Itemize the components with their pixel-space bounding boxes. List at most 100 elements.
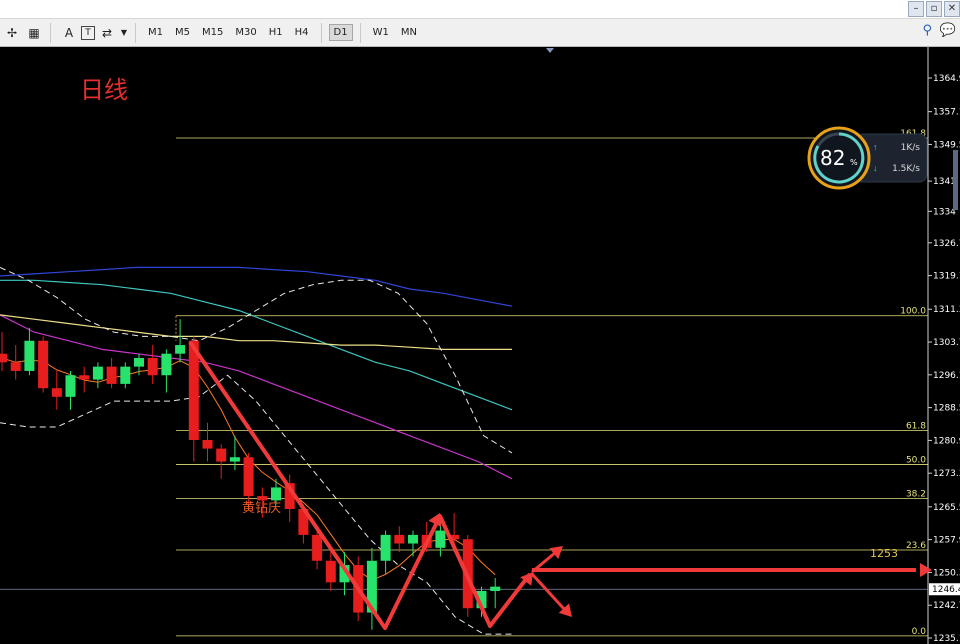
bearish-candle <box>394 534 405 544</box>
text-tool-icon[interactable]: A <box>59 23 79 43</box>
dropdown-arrow-icon[interactable]: ▼ <box>119 23 129 43</box>
price-axis-label: 1334 <box>933 207 956 217</box>
price-axis-label: 1357.1 <box>933 108 960 118</box>
widget-percent-unit: % <box>850 158 858 167</box>
crosshair-tool-icon[interactable]: ✢ <box>2 23 22 43</box>
vertical-scrollbar <box>953 150 958 210</box>
window-controls: – ▫ ✕ <box>908 0 960 18</box>
moving-average-blue <box>0 266 513 307</box>
price-chart[interactable]: 1364.9 1357.1 1349.5 1341 1334 1326.7 1319.1 13… <box>0 47 960 644</box>
toolbar-separator <box>320 22 322 43</box>
search-icon[interactable]: ⚲ <box>922 23 932 38</box>
toolbar-separator <box>359 22 361 43</box>
chart-annotation-text: 黄钻庆 <box>242 501 281 516</box>
network-speed-widget: 82 % ↑ 1K/s ↓ 1.5K/s <box>807 126 928 190</box>
price-axis-label: 1265.5 <box>933 503 960 513</box>
bullish-candle <box>134 358 144 367</box>
toolbar-separator <box>135 22 136 43</box>
restore-button[interactable]: ▫ <box>926 1 942 17</box>
timeframe-h4-button[interactable]: H4 <box>290 24 314 41</box>
minimize-button[interactable]: – <box>908 1 924 17</box>
price-axis-label: 1257.9 <box>933 536 960 546</box>
chart-shift-marker-icon <box>546 48 554 53</box>
price-axis-label: 1341 <box>933 177 956 187</box>
fibonacci-level-label: 61.8 <box>906 421 926 431</box>
projection-down-arrow <box>530 572 567 612</box>
bullish-candle <box>92 366 103 380</box>
download-arrow-icon: ↓ <box>873 163 878 173</box>
timeframe-d1-button[interactable]: D1 <box>328 24 353 41</box>
text-label-tool-icon[interactable]: T <box>81 25 95 40</box>
timeframe-group: M1 M5 M15 M30 H1 H4 D1 W1 MN <box>142 22 423 43</box>
timeframe-mn-button[interactable]: MN <box>396 24 422 41</box>
bearish-candle <box>0 353 7 363</box>
price-axis-label: 1311.3 <box>933 305 960 315</box>
timeframe-w1-button[interactable]: W1 <box>368 24 394 41</box>
close-button[interactable]: ✕ <box>944 1 960 17</box>
fibonacci-level-label: 0.0 <box>912 627 927 637</box>
fibonacci-level-label: 50.0 <box>906 456 926 466</box>
upload-speed-label: 1K/s <box>901 143 921 153</box>
price-axis-label: 1235.1 <box>933 634 960 644</box>
toolbar-separator <box>50 22 51 43</box>
price-axis-label: 1288.5 <box>933 404 960 414</box>
fibonacci-level-label: 38.2 <box>906 490 926 500</box>
timeframe-watermark: 日线 <box>80 76 128 104</box>
price-axis-label: 1364.9 <box>933 74 960 84</box>
upload-arrow-icon: ↑ <box>873 142 878 152</box>
current-price-label: 1246.4 <box>932 585 960 595</box>
bearish-candle <box>257 496 268 501</box>
arrows-tool-icon[interactable]: ⇄ <box>97 23 117 43</box>
timeframe-m5-button[interactable]: M5 <box>170 24 195 41</box>
price-axis-label: 1280.9 <box>933 436 960 446</box>
bullish-candle <box>65 375 76 397</box>
bearish-candle <box>79 375 90 380</box>
moving-average-cyan <box>0 279 513 411</box>
fibonacci-level-label: 23.6 <box>906 541 926 551</box>
fibonacci-level-label: 100.0 <box>900 307 926 317</box>
price-axis-label: 1242.7 <box>933 601 960 611</box>
bullish-candle <box>271 487 281 501</box>
bearish-candle <box>243 457 254 497</box>
period-separator-tool-icon[interactable]: ▦ <box>24 23 44 43</box>
price-axis-label: 1319.1 <box>933 272 960 282</box>
bullish-candle <box>408 534 418 544</box>
bearish-candle <box>147 358 158 376</box>
bullish-candle <box>24 340 35 371</box>
timeframe-m30-button[interactable]: M30 <box>230 24 261 41</box>
price-axis-label: 1303.7 <box>933 338 960 348</box>
timeframe-h1-button[interactable]: H1 <box>264 24 288 41</box>
bearish-candle <box>10 362 21 371</box>
bearish-candle <box>202 439 213 449</box>
bullish-candle <box>175 345 186 354</box>
bollinger-upper-band <box>0 266 513 454</box>
bullish-candle <box>435 530 446 548</box>
price-note-label: 1253 <box>870 547 898 560</box>
timeframe-m15-button[interactable]: M15 <box>197 24 228 41</box>
chart-area[interactable]: 1364.9 1357.1 1349.5 1341 1334 1326.7 1319.1 13… <box>0 47 960 644</box>
price-axis-label: 1349.5 <box>933 140 960 150</box>
bearish-candle <box>216 448 227 462</box>
price-axis-label: 1273.3 <box>933 469 960 479</box>
download-speed-label: 1.5K/s <box>892 164 920 174</box>
widget-percent: 82 <box>820 146 845 170</box>
moving-average-yellow <box>0 314 512 350</box>
bearish-candle <box>38 340 49 389</box>
bullish-candle <box>161 353 172 376</box>
bullish-candle <box>120 366 131 384</box>
price-axis-label: 1296.1 <box>933 371 960 381</box>
bullish-candle <box>490 586 501 591</box>
bearish-candle <box>312 534 323 561</box>
price-axis-label: 1250.3 <box>933 568 960 578</box>
title-bar: – ▫ ✕ <box>0 0 960 19</box>
bullish-candle <box>229 457 240 462</box>
chart-toolbar: ✢ ▦ A T ⇄ ▼ M1 M5 M15 M30 H1 H4 D1 W1 MN ⚲ 💬 <box>0 19 960 47</box>
bullish-candle <box>380 534 391 561</box>
bearish-candle <box>106 366 117 384</box>
arrow-head-icon <box>920 563 932 577</box>
timeframe-m1-button[interactable]: M1 <box>143 24 168 41</box>
price-axis-label: 1326.7 <box>933 239 960 249</box>
bearish-candle <box>51 388 62 397</box>
chat-icon[interactable]: 💬 <box>940 23 956 38</box>
bearish-candle <box>325 560 336 583</box>
